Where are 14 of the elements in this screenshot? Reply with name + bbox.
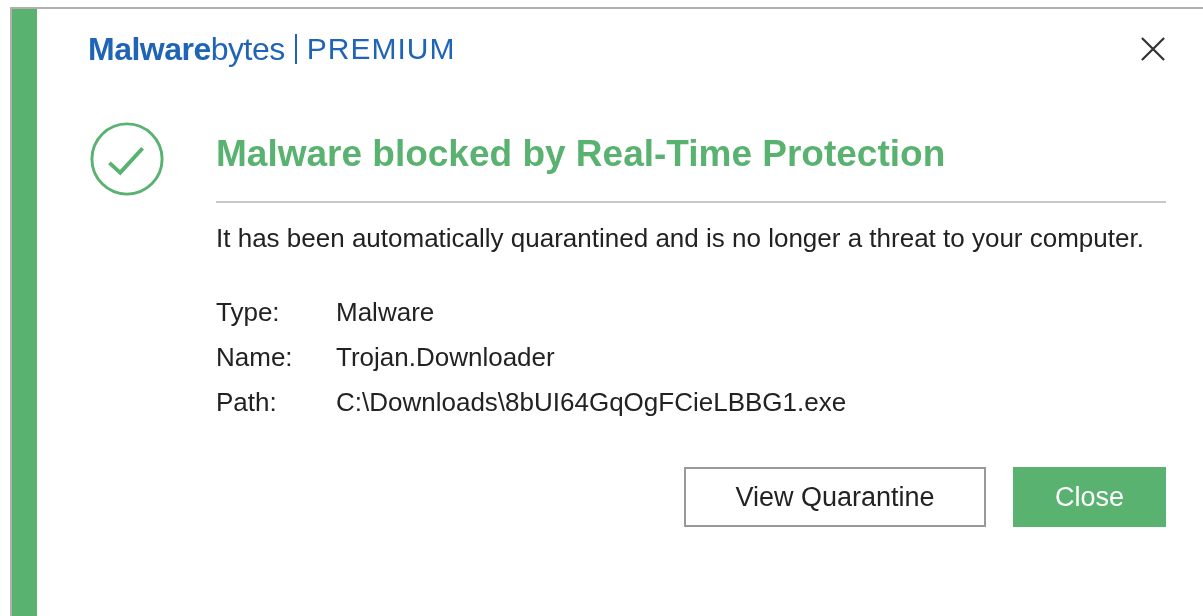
detail-value: C:\Downloads\8bUI64GqOgFCieLBBG1.exe (336, 386, 847, 419)
brand-edition: PREMIUM (306, 32, 456, 66)
detail-value: Malware (336, 296, 435, 329)
close-icon[interactable] (1141, 37, 1165, 61)
detail-label: Path: (216, 386, 277, 419)
brand-separator (294, 34, 297, 64)
alert-title: Malware blocked by Real-Time Protection (216, 132, 947, 176)
view-quarantine-button[interactable]: View Quarantine (684, 467, 986, 527)
alert-message: It has been automatically quarantined and is no longer a threat to your computer. (216, 222, 1145, 255)
brand-logo: Malwarebytes (88, 30, 285, 68)
detail-label: Name: (216, 341, 293, 374)
checkmark-circle-icon (88, 120, 166, 198)
detail-label: Type: (216, 296, 280, 329)
detail-value: Trojan.Downloader (336, 341, 555, 374)
